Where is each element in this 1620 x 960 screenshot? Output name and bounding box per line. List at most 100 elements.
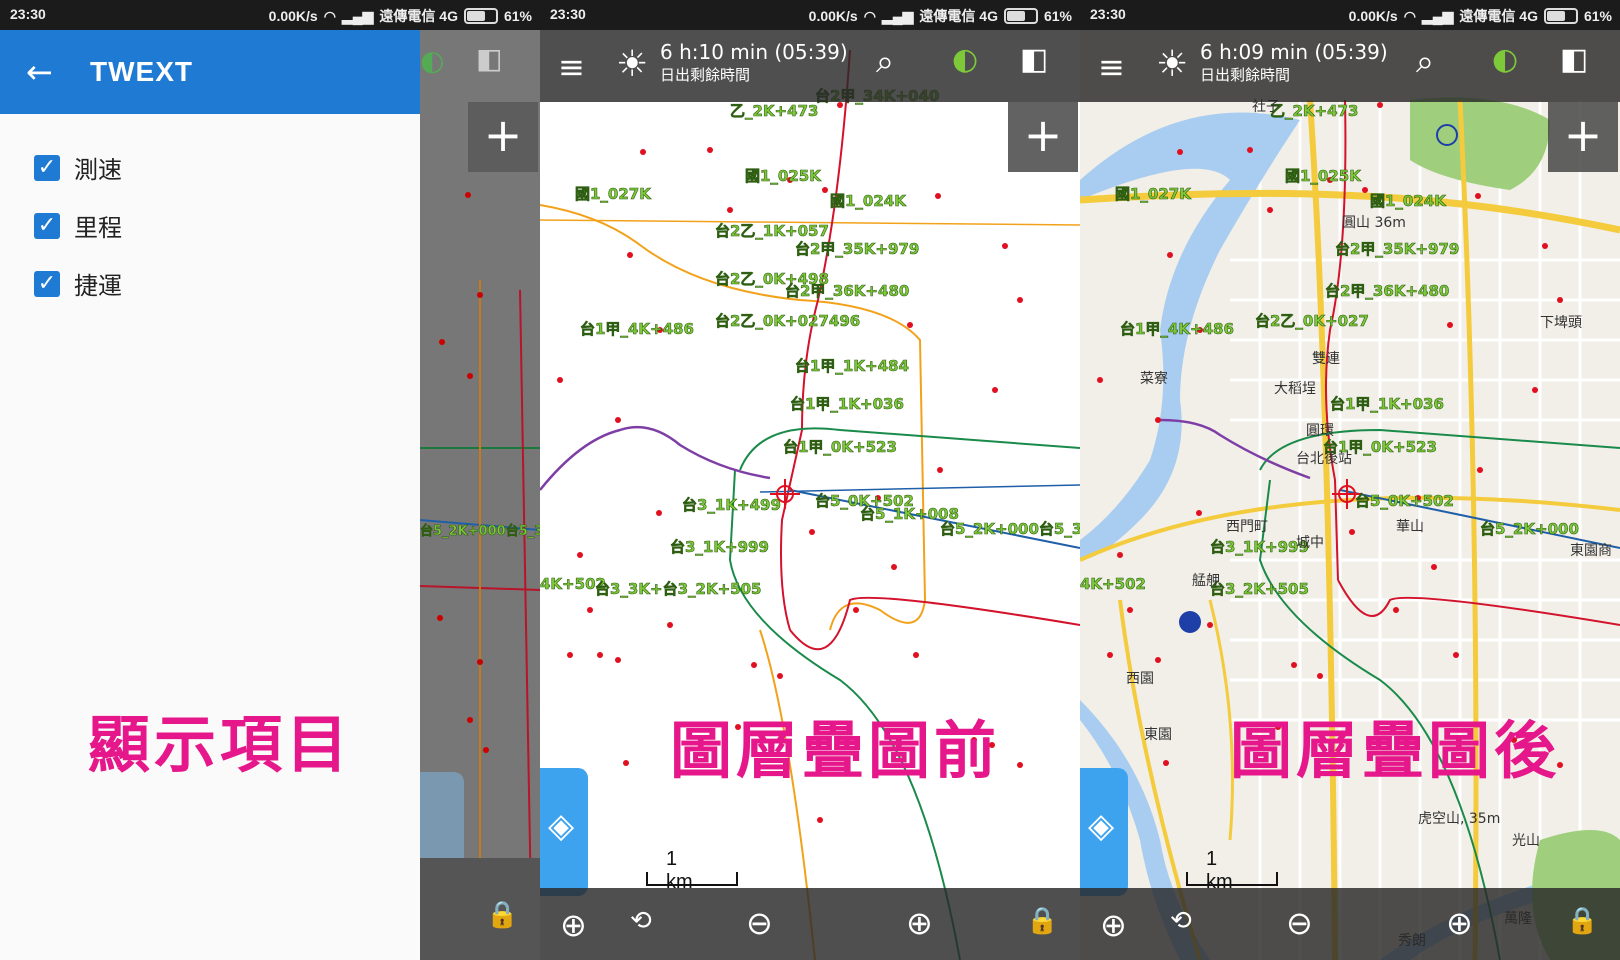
road-label: 台3_1K+499 (682, 496, 781, 515)
battery-icon (1003, 8, 1038, 24)
carrier: 遠傳電信 4G (1459, 8, 1538, 24)
status-time: 23:30 (550, 6, 586, 22)
map-bottom-bar: ⊕ ⟲ ⊖ ⊕ 🔒 (1080, 888, 1620, 960)
zoom-out-icon[interactable]: ⊖ (1286, 904, 1313, 942)
battery-level: 61% (1043, 8, 1072, 24)
layers-icon: ◈ (1088, 806, 1115, 846)
back-arrow-icon[interactable]: ← (26, 52, 53, 92)
battery-icon (1543, 8, 1578, 24)
road-label: 乙_2K+473 (1270, 102, 1359, 121)
settings-screen: 23:30 0.00K/s ◠ ▂▄▆ 遠傳電信 4G 61% ← TWEXT … (0, 0, 540, 960)
sunrise-label: 日出剩餘時間 (660, 66, 751, 84)
checkbox-label: 測速 (74, 156, 122, 184)
status-bar: 23:30 0.00K/s ◠ ▂▄▆ 遠傳電信 4G 61% (540, 0, 1080, 30)
carrier: 遠傳電信 4G (379, 8, 458, 24)
place-label: 下埤頭 (1540, 315, 1582, 331)
road-label: 國1_025K (745, 167, 821, 186)
wifi-icon: ◠ (323, 7, 336, 24)
add-icon: + (468, 102, 538, 172)
lock-icon[interactable]: 🔒 (1566, 906, 1598, 936)
zoom-out-icon[interactable]: ⊖ (746, 904, 773, 942)
place-label: 華山 (1396, 519, 1424, 535)
carrier: 遠傳電信 4G (919, 8, 998, 24)
locate-icon[interactable]: ⊕ (1100, 906, 1127, 944)
net-speed: 0.00K/s (268, 8, 318, 24)
add-icon[interactable]: + (1008, 102, 1078, 172)
road-label: 國1_024K (1370, 192, 1446, 211)
road-label: 國1_024K (830, 192, 906, 211)
rotate-icon[interactable]: ⟲ (1170, 906, 1192, 936)
signal-icon: ▂▄▆ (341, 7, 374, 24)
road-label: 國1_025K (1285, 167, 1361, 186)
net-speed: 0.00K/s (1348, 8, 1398, 24)
road-label: 台1甲_1K+036 (1330, 395, 1444, 414)
map-mode-icon[interactable]: ◧ (1560, 42, 1588, 77)
road-label: 台5_2K+000 (1480, 520, 1579, 539)
net-speed: 0.00K/s (808, 8, 858, 24)
layers-button[interactable]: ◈ (1080, 768, 1128, 896)
place-label: 菜寮 (1140, 371, 1168, 387)
road-label: 台2甲_36K+480 (785, 282, 910, 301)
place-label: 大稻埕 (1274, 381, 1316, 397)
sunrise-label: 日出剩餘時間 (1200, 66, 1291, 84)
place-label: 光山 (1512, 833, 1540, 849)
road-label: 台1甲_4K+486 (1120, 320, 1234, 339)
place-label: 艋舺 (1192, 573, 1220, 589)
menu-icon[interactable]: ≡ (558, 48, 585, 86)
signal-icon: ▂▄▆ (881, 7, 914, 24)
layers-icon: ◈ (548, 806, 575, 846)
checkbox-icon[interactable]: ✓ (34, 270, 60, 297)
search-icon[interactable]: ⌕ (876, 42, 894, 81)
battery-icon (463, 8, 498, 24)
layers-button[interactable]: ◈ (540, 768, 588, 896)
caption-display-items: 顯示項目 (88, 708, 353, 781)
map-bottom-bar: ⊕ ⟲ ⊖ ⊕ 🔒 (540, 888, 1080, 960)
lock-icon[interactable]: 🔒 (1026, 906, 1058, 936)
map-mode-icon[interactable]: ◧ (1020, 42, 1048, 77)
road-label: 台1甲_0K+523 (783, 438, 897, 457)
road-label: 台2甲_35K+979 (795, 240, 920, 259)
place-label: 東園 (1144, 727, 1172, 743)
sunrise-countdown: 6 h:10 min (05:39) (660, 40, 848, 64)
add-icon[interactable]: + (1548, 102, 1618, 172)
caption-after-overlay: 圖層疊圖後 (1230, 714, 1561, 787)
place-label: 雙連 (1312, 351, 1340, 367)
gps-signal-icon: ◐ (420, 44, 445, 77)
place-label: 虎空山, 35m (1418, 811, 1501, 827)
menu-icon[interactable]: ≡ (1098, 48, 1125, 86)
map-top-bar: ≡ ☀ 6 h:10 min (05:39) 日出剩餘時間 ⌕ ◐ ◧ (540, 30, 1080, 102)
sun-icon: ☀ (616, 44, 649, 85)
zoom-in-icon[interactable]: ⊕ (906, 904, 933, 942)
layers-button (420, 772, 464, 868)
gps-signal-icon[interactable]: ◐ (952, 42, 978, 77)
checkbox-label: 捷運 (74, 272, 122, 300)
checkbox-icon[interactable]: ✓ (34, 154, 60, 181)
checkbox-row-mrt[interactable]: ✓ 捷運 (34, 266, 122, 301)
place-label: 台北後站 (1296, 451, 1352, 467)
road-label: 台1甲_4K+486 (580, 320, 694, 339)
road-label: 台2甲_35K+979 (1335, 240, 1460, 259)
place-label: 西門町 (1226, 519, 1268, 535)
caption-before-overlay: 圖層疊圖前 (670, 714, 1001, 787)
road-label: 台1甲_1K+036 (790, 395, 904, 414)
map-mode-icon: ◧ (476, 42, 503, 75)
place-label: 城中 (1296, 535, 1324, 551)
checkbox-row-mileage[interactable]: ✓ 里程 (34, 208, 122, 243)
road-label: 台5_2K+000台5_3 (940, 520, 1080, 539)
train-station-icon (1179, 611, 1201, 633)
base-map (1080, 0, 1620, 960)
rotate-icon[interactable]: ⟲ (630, 906, 652, 936)
checkbox-icon[interactable]: ✓ (34, 212, 60, 239)
road-label: 4K+502 (1080, 575, 1146, 594)
locate-icon[interactable]: ⊕ (560, 906, 587, 944)
gps-signal-icon[interactable]: ◐ (1492, 42, 1518, 77)
status-bar: 23:30 0.00K/s ◠ ▂▄▆ 遠傳電信 4G 61% (0, 0, 540, 30)
search-icon[interactable]: ⌕ (1416, 42, 1434, 81)
road-label: 台5_2K+000台5_3 (420, 524, 540, 540)
road-label: 台3_1K+999 (670, 538, 769, 557)
zoom-in-icon[interactable]: ⊕ (1446, 904, 1473, 942)
checkbox-row-speed[interactable]: ✓ 測速 (34, 150, 122, 185)
status-time: 23:30 (10, 6, 46, 22)
overlay-lines (540, 49, 1080, 960)
app-bar: ← TWEXT (0, 30, 420, 114)
